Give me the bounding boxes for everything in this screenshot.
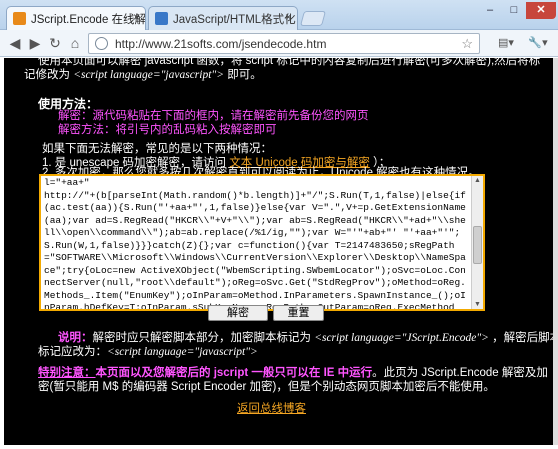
forward-button[interactable]: ▶ (26, 34, 44, 52)
usage-decrypt-note: 请在解密前先备份您的网页 (230, 110, 369, 122)
note-tag-2: <script language="javascript"> (107, 346, 258, 358)
warning-bold-text: 本页面以及您解密后的 jscript 一般只可以在 IE 中运行 (95, 367, 373, 379)
code-scrollbar[interactable]: ▲ ▼ (471, 176, 483, 309)
note-label: 说明： (58, 332, 93, 344)
new-tab-button[interactable] (299, 11, 327, 26)
minimize-button[interactable]: – (478, 2, 502, 19)
page-content: 使用本页面可以解密 javascript 函数，将 script 标记中的内容复… (4, 58, 553, 445)
maximize-button[interactable]: □ (502, 2, 526, 19)
browser-titlebar: JScript.Encode 在线解密 × JavaScript/HTML格式化… (0, 0, 558, 30)
note-text-mid: ，解密后脚本 (492, 332, 553, 344)
bookmark-star-icon[interactable]: ☆ (461, 36, 473, 52)
note-text: 解密时应只解密脚本部分，加密脚本标记为 (92, 332, 315, 344)
usage-decrypt-text: 源代码粘贴在下面的框内， (92, 110, 231, 122)
warning-text: 。此页为 JScript.Encode 解密及加 (372, 367, 548, 379)
usage-method-label: 解密方法： (58, 124, 116, 136)
address-bar[interactable]: http://www.21softs.com/jsendecode.htm ☆ (88, 33, 480, 54)
page-favicon-icon (155, 12, 168, 25)
script-tag-text: <script language="javascript"> (73, 69, 225, 81)
intro-line-2: 记修改为 <script language="javascript"> 即可。 (24, 68, 553, 83)
code-textarea[interactable]: l="+aa+" http://"+(b[parseInt(Math.rando… (39, 174, 485, 311)
scroll-thumb[interactable] (473, 226, 482, 264)
tools-menu-button[interactable]: 🔧▾ (524, 34, 552, 52)
back-link-container: 返回总线博客 (237, 402, 553, 417)
close-window-button[interactable]: ✕ (526, 2, 556, 19)
page-menu-button[interactable]: ▤▾ (492, 34, 520, 52)
reset-button[interactable]: 重置 Reset (273, 305, 324, 333)
note-line-2: 标记应改为：<script language="javascript"> (38, 345, 553, 360)
note-tag-1: <script language="JScript.Encode"> (314, 332, 489, 344)
tab-javascript-format[interactable]: JavaScript/HTML格式化… × (148, 6, 298, 30)
back-to-blog-link[interactable]: 返回总线博客 (237, 403, 306, 415)
address-url[interactable]: http://www.21softs.com/jsendecode.htm (115, 37, 326, 51)
globe-icon (95, 37, 108, 50)
page-favicon-icon (13, 12, 26, 25)
usage-method-line: 解密方法：将引号内的乱码粘入按解密即可 (58, 123, 553, 138)
page-scrollbar[interactable] (553, 58, 558, 445)
warning-line-1: 特别注意：本页面以及您解密后的 jscript 一般只可以在 IE 中运行。此页… (38, 366, 553, 381)
usage-decrypt-line: 解密：源代码粘贴在下面的框内，请在解密前先备份您的网页 (58, 109, 553, 124)
scroll-up-icon[interactable]: ▲ (474, 177, 481, 184)
browser-toolbar: ◀ ▶ ↻ ⌂ http://www.21softs.com/jsendecod… (0, 30, 558, 57)
warning-label: 特别注意： (38, 367, 96, 379)
decode-button[interactable]: 解密 Decode (208, 305, 268, 333)
tab-jscript-encode[interactable]: JScript.Encode 在线解密 × (6, 6, 146, 30)
intro-text: 记修改为 (24, 69, 74, 81)
intro-text-end: 即可。 (224, 69, 262, 81)
usage-method-text: 将引号内的乱码粘入按解密即可 (115, 124, 277, 136)
tab-label: JScript.Encode 在线解密 (31, 14, 146, 26)
code-text[interactable]: l="+aa+" http://"+(b[parseInt(Math.rando… (41, 176, 469, 309)
close-tab-icon[interactable]: × (285, 10, 292, 24)
fallback-intro: 如果下面无法解密，常见的是以下两种情况： (42, 143, 272, 155)
usage-decrypt-label: 解密： (58, 110, 93, 122)
scroll-down-icon[interactable]: ▼ (474, 301, 481, 308)
reload-button[interactable]: ↻ (46, 34, 64, 52)
close-tab-icon[interactable]: × (133, 10, 140, 24)
warning-line-2: 密(暂只能用 M$ 的编码器 Script Encoder 加密)，但是个别动态… (38, 381, 495, 393)
home-button[interactable]: ⌂ (66, 34, 84, 52)
back-button[interactable]: ◀ (6, 34, 24, 52)
tab-label: JavaScript/HTML格式化… (173, 14, 298, 26)
note-line-1: 说明：解密时应只解密脚本部分，加密脚本标记为 <script language=… (58, 331, 553, 346)
note-line-2-text: 标记应改为： (38, 346, 107, 358)
